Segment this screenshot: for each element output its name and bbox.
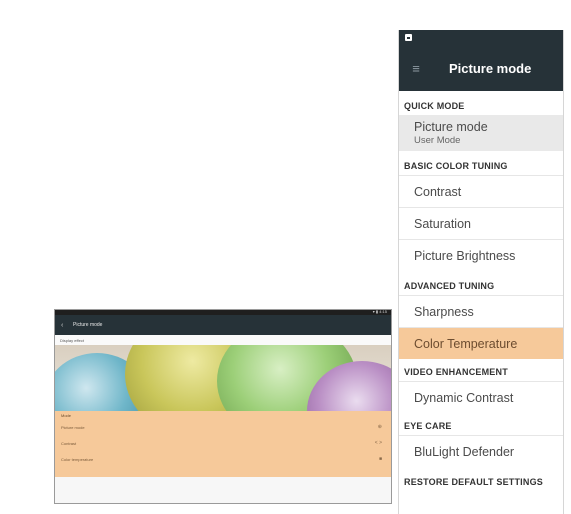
preview-image	[55, 345, 391, 412]
menu-icon[interactable]: ≡	[399, 61, 433, 76]
section-restore-default-settings[interactable]: RESTORE DEFAULT SETTINGS	[399, 467, 563, 491]
color-temperature-item[interactable]: Color Temperature	[399, 327, 563, 359]
section-basic-color-tuning: BASIC COLOR TUNING	[404, 161, 508, 171]
section-eye-care: EYE CARE	[404, 421, 452, 431]
tablet-row-contrast[interactable]: Contrast < >	[55, 435, 391, 451]
phone-toolbar: ≡ Picture mode	[399, 45, 563, 91]
sharpness-item[interactable]: Sharpness	[399, 295, 563, 327]
dynamic-contrast-item[interactable]: Dynamic Contrast	[399, 381, 563, 413]
section-video-enhancement: VIDEO ENHANCEMENT	[404, 367, 508, 377]
tablet-row-label: Color temperature	[61, 456, 94, 462]
section-advanced-tuning: ADVANCED TUNING	[404, 281, 495, 291]
picture-mode-value: User Mode	[414, 135, 461, 146]
display-effect-label: Display effect	[55, 335, 391, 345]
picture-brightness-item[interactable]: Picture Brightness	[399, 239, 563, 271]
tablet-row-color-temperature[interactable]: Color temperature ■	[55, 451, 391, 467]
back-arrow-icon[interactable]: ‹	[61, 322, 73, 329]
tablet-toolbar: ‹ Picture mode	[55, 315, 391, 335]
picture-mode-item[interactable]: Picture mode User Mode	[399, 115, 563, 151]
phone-settings-panel: ≡ Picture mode QUICK MODE Picture mode U…	[398, 30, 564, 514]
tablet-preview: ▾ ▮ 4:15 ‹ Picture mode Display effect M…	[54, 309, 392, 504]
tablet-row-label: Contrast	[61, 440, 77, 446]
section-quick-mode: QUICK MODE	[404, 101, 465, 111]
picture-mode-label: Picture mode	[414, 120, 488, 134]
screenshot-root: ▾ ▮ 4:15 ‹ Picture mode Display effect M…	[0, 0, 571, 514]
tablet-bottom-area	[55, 477, 391, 503]
phone-status-bar	[399, 30, 563, 45]
tablet-status-bar: ▾ ▮ 4:15	[55, 310, 391, 315]
saturation-item[interactable]: Saturation	[399, 207, 563, 239]
blulight-defender-item[interactable]: BluLight Defender	[399, 435, 563, 467]
contrast-item[interactable]: Contrast	[399, 175, 563, 207]
tablet-settings-highlight: Mode Picture mode ⊕ Contrast < > Color t…	[55, 411, 391, 477]
stepper-icon: < >	[374, 440, 382, 446]
status-icons: ▾ ▮ 4:15	[372, 309, 387, 314]
settings-icon: ⊕	[377, 424, 382, 430]
notification-icon	[405, 34, 412, 41]
page-title: Picture mode	[449, 60, 532, 76]
checkbox-icon: ■	[378, 456, 382, 462]
tablet-toolbar-title: Picture mode	[73, 322, 103, 328]
tablet-section-label: Mode	[61, 412, 72, 418]
tablet-row-label: Picture mode	[61, 424, 85, 430]
tablet-row-picture-mode[interactable]: Picture mode ⊕	[55, 419, 391, 435]
